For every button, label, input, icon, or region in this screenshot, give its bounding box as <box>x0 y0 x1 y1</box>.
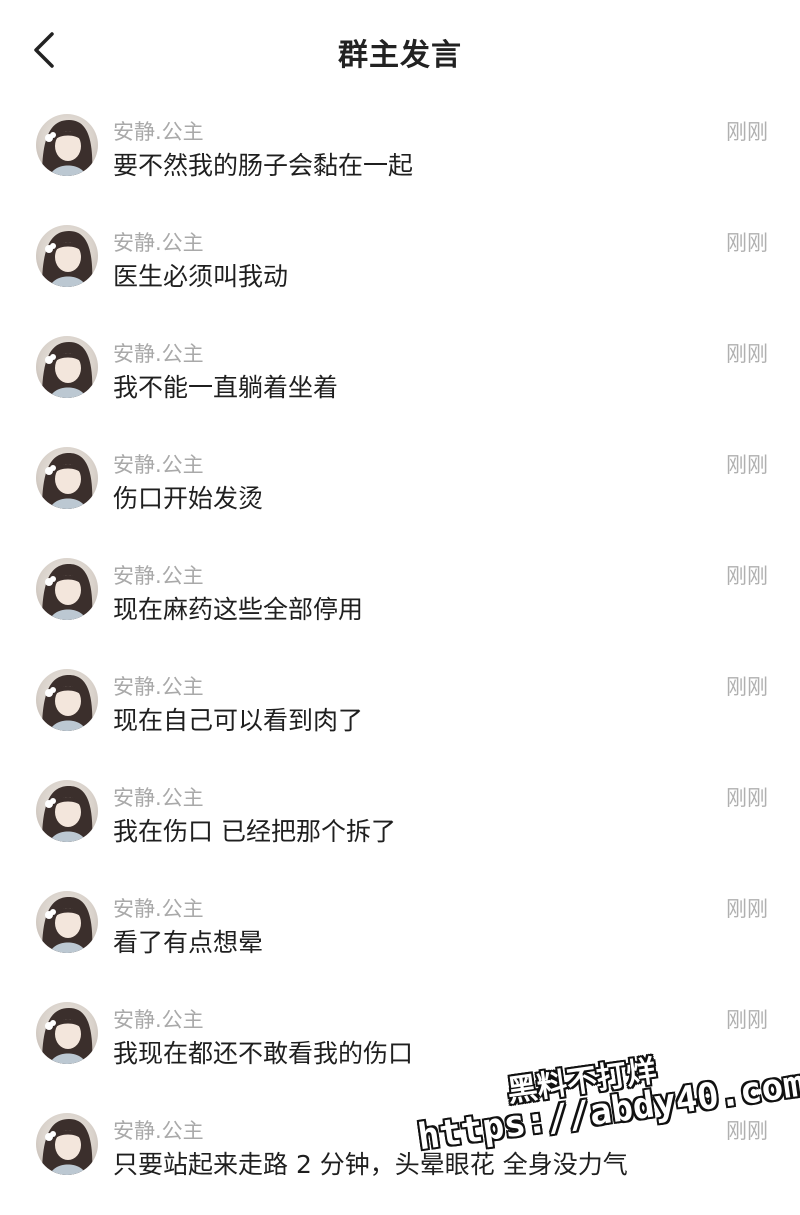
message-text: 我不能一直躺着坐着 <box>113 373 339 402</box>
message-time: 刚刚 <box>726 1119 768 1143</box>
message-time: 刚刚 <box>726 786 768 810</box>
message-text: 现在麻药这些全部停用 <box>113 595 364 624</box>
message-item[interactable]: 安静.公主 刚刚 我现在都还不敢看我的伤口 <box>0 990 800 1101</box>
message-time: 刚刚 <box>726 120 768 144</box>
avatar[interactable] <box>36 447 98 509</box>
message-text: 我在伤口 已经把那个拆了 <box>113 817 396 846</box>
message-item[interactable]: 安静.公主 刚刚 现在麻药这些全部停用 <box>0 546 800 657</box>
message-item[interactable]: 安静.公主 刚刚 只要站起来走路 2 分钟，头晕眼花 全身没力气 <box>0 1101 800 1212</box>
sender-name: 安静.公主 <box>113 564 204 588</box>
avatar[interactable] <box>36 1002 98 1064</box>
message-text: 我现在都还不敢看我的伤口 <box>113 1039 414 1068</box>
message-list[interactable]: 安静.公主 刚刚 要不然我的肠子会黏在一起 安静.公主 刚刚 医生必须叫我动 安… <box>0 102 800 1212</box>
avatar[interactable] <box>36 891 98 953</box>
sender-name: 安静.公主 <box>113 675 204 699</box>
message-item[interactable]: 安静.公主 刚刚 看了有点想晕 <box>0 879 800 990</box>
message-time: 刚刚 <box>726 675 768 699</box>
message-text: 看了有点想晕 <box>113 928 264 957</box>
message-item[interactable]: 安静.公主 刚刚 我不能一直躺着坐着 <box>0 324 800 435</box>
message-text: 现在自己可以看到肉了 <box>113 706 364 735</box>
avatar[interactable] <box>36 114 98 176</box>
avatar[interactable] <box>36 558 98 620</box>
message-time: 刚刚 <box>726 453 768 477</box>
message-item[interactable]: 安静.公主 刚刚 要不然我的肠子会黏在一起 <box>0 102 800 213</box>
message-item[interactable]: 安静.公主 刚刚 医生必须叫我动 <box>0 213 800 324</box>
message-time: 刚刚 <box>726 231 768 255</box>
sender-name: 安静.公主 <box>113 1008 204 1032</box>
message-time: 刚刚 <box>726 342 768 366</box>
avatar[interactable] <box>36 669 98 731</box>
message-item[interactable]: 安静.公主 刚刚 伤口开始发烫 <box>0 435 800 546</box>
message-text: 只要站起来走路 2 分钟，头晕眼花 全身没力气 <box>113 1150 628 1179</box>
message-time: 刚刚 <box>726 897 768 921</box>
avatar[interactable] <box>36 225 98 287</box>
message-text: 要不然我的肠子会黏在一起 <box>113 151 414 180</box>
sender-name: 安静.公主 <box>113 231 204 255</box>
sender-name: 安静.公主 <box>113 120 204 144</box>
navigation-bar: 群主发言 <box>0 0 800 100</box>
group-owner-messages-screen: 群主发言 安静.公主 刚刚 要不然我的肠子会黏在一起 安静.公主 刚刚 医生必须… <box>0 0 800 1215</box>
message-item[interactable]: 安静.公主 刚刚 我在伤口 已经把那个拆了 <box>0 768 800 879</box>
message-time: 刚刚 <box>726 1008 768 1032</box>
message-item[interactable]: 安静.公主 刚刚 现在自己可以看到肉了 <box>0 657 800 768</box>
message-time: 刚刚 <box>726 564 768 588</box>
sender-name: 安静.公主 <box>113 1119 204 1143</box>
page-title: 群主发言 <box>338 38 462 73</box>
sender-name: 安静.公主 <box>113 342 204 366</box>
message-text: 伤口开始发烫 <box>113 484 264 513</box>
avatar[interactable] <box>36 336 98 398</box>
message-text: 医生必须叫我动 <box>113 262 289 291</box>
sender-name: 安静.公主 <box>113 786 204 810</box>
avatar[interactable] <box>36 780 98 842</box>
avatar[interactable] <box>36 1113 98 1175</box>
sender-name: 安静.公主 <box>113 897 204 921</box>
sender-name: 安静.公主 <box>113 453 204 477</box>
